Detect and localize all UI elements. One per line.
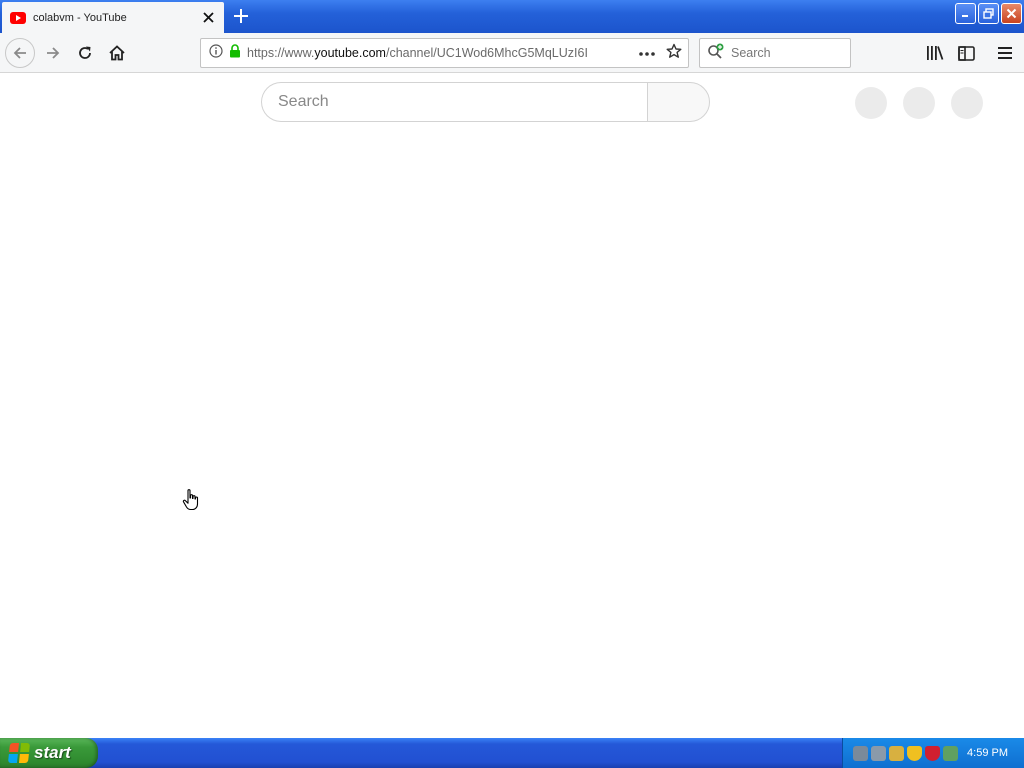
- sidebar-icon: [957, 45, 975, 61]
- close-window-button[interactable]: [1001, 3, 1022, 24]
- title-bar: colabvm - YouTube: [0, 0, 1024, 33]
- taskbar: start 4:59 PM: [0, 738, 1024, 768]
- reload-icon: [79, 46, 91, 59]
- security-shield-icon[interactable]: [907, 745, 922, 761]
- browser-search-box[interactable]: Search: [699, 38, 851, 68]
- hand-cursor-icon: [182, 489, 199, 511]
- url-prefix: https://www.: [247, 46, 315, 60]
- antivirus-shield-icon[interactable]: [925, 745, 940, 761]
- url-host: youtube.com: [314, 46, 386, 60]
- forward-arrow-icon: [47, 47, 60, 59]
- back-button[interactable]: [5, 38, 35, 68]
- lock-icon[interactable]: [229, 43, 241, 63]
- reload-button[interactable]: [71, 39, 99, 67]
- placeholder-circle-2: [903, 87, 935, 119]
- url-text: https://www.youtube.com/channel/UC1Wod6M…: [247, 46, 599, 60]
- tab-close-icon[interactable]: [200, 10, 216, 26]
- library-button[interactable]: [921, 39, 949, 67]
- new-tab-button[interactable]: [231, 6, 251, 26]
- window-controls: [955, 3, 1022, 24]
- network-icon[interactable]: [853, 745, 868, 761]
- library-icon: [927, 46, 944, 60]
- youtube-search-input[interactable]: Search: [261, 82, 647, 122]
- navigation-toolbar: https://www.youtube.com/channel/UC1Wod6M…: [0, 33, 1024, 73]
- url-path: /channel/UC1Wod6MhcG5MqLUzI6I: [385, 46, 588, 60]
- browser-search-placeholder: Search: [731, 46, 771, 60]
- youtube-favicon-icon: [10, 11, 26, 24]
- menu-button[interactable]: [991, 39, 1019, 67]
- restore-button[interactable]: [978, 3, 999, 24]
- address-bar[interactable]: https://www.youtube.com/channel/UC1Wod6M…: [200, 38, 689, 68]
- start-button[interactable]: start: [0, 738, 98, 768]
- minimize-button[interactable]: [955, 3, 976, 24]
- user-icon[interactable]: [889, 745, 904, 761]
- system-clock[interactable]: 4:59 PM: [967, 747, 1008, 759]
- youtube-search-bar: Search: [261, 82, 710, 122]
- tab-youtube[interactable]: colabvm - YouTube: [2, 2, 224, 33]
- update-icon[interactable]: [943, 745, 958, 761]
- windows-logo-icon: [7, 743, 31, 763]
- tab-title: colabvm - YouTube: [33, 11, 127, 24]
- info-icon[interactable]: [209, 43, 223, 63]
- sidebar-toggle-button[interactable]: [952, 39, 980, 67]
- placeholder-circle-1: [855, 87, 887, 119]
- start-label: start: [34, 743, 71, 762]
- network-icon-2[interactable]: [871, 745, 886, 761]
- system-tray: 4:59 PM: [842, 738, 1024, 768]
- page-actions-icon[interactable]: [638, 44, 656, 62]
- placeholder-circle-3: [951, 87, 983, 119]
- hamburger-menu-icon: [998, 47, 1012, 59]
- bookmark-star-icon[interactable]: [666, 43, 682, 64]
- youtube-search-button[interactable]: [647, 82, 710, 122]
- forward-button[interactable]: [39, 39, 67, 67]
- back-arrow-icon: [13, 47, 26, 59]
- home-button[interactable]: [103, 39, 131, 67]
- home-icon: [109, 45, 125, 61]
- search-engine-icon[interactable]: [707, 43, 725, 64]
